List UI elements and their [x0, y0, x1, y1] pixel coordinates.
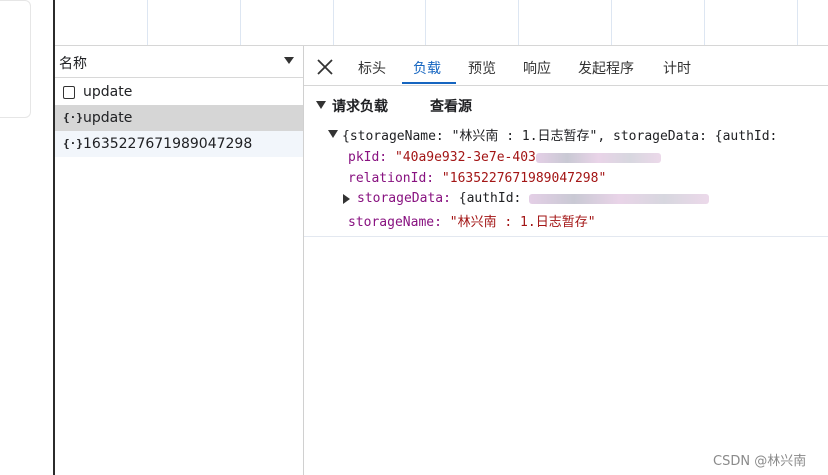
active-tab-indicator: [402, 82, 456, 84]
json-braces-icon: {·}: [63, 137, 83, 150]
view-source-link[interactable]: 查看源: [430, 96, 472, 116]
tab-timing[interactable]: 计时: [663, 58, 691, 78]
field-key: pkId:: [348, 150, 388, 165]
field-key: relationId:: [348, 171, 435, 186]
sort-descending-icon[interactable]: [284, 57, 294, 64]
tab-payload[interactable]: 负载: [413, 58, 441, 78]
watermark: CSDN @林兴南: [713, 454, 807, 469]
payload-object-summary[interactable]: {storageName: "林兴南 : 1.日志暂存", storageDat…: [342, 125, 777, 144]
request-list-header[interactable]: 名称: [55, 46, 303, 78]
payload-field-relationid: relationId: "1635227671989047298": [348, 171, 606, 186]
json-braces-icon: {·}: [63, 111, 83, 124]
payload-section-title[interactable]: 请求负载: [332, 96, 388, 116]
request-name: 1635227671989047298: [83, 136, 253, 152]
payload-field-storagename: storageName: "林兴南 : 1.日志暂存": [348, 211, 596, 230]
request-list: 名称 update {·} update {·} 163522767198904…: [55, 46, 304, 475]
blurred-value: [529, 193, 710, 204]
left-panel-card: [0, 0, 31, 118]
field-value: {authId:: [458, 191, 522, 206]
tab-response[interactable]: 响应: [523, 58, 551, 78]
timeline-gridline: [425, 0, 426, 45]
column-name-label: 名称: [59, 56, 87, 72]
request-detail-panel: 标头 负载 预览 响应 发起程序 计时 请求负载 查看源 {storageNam…: [304, 46, 828, 475]
timeline-gridline: [147, 0, 148, 45]
timeline-gridline: [518, 0, 519, 45]
request-row-selected[interactable]: {·} update: [55, 105, 303, 131]
tab-headers[interactable]: 标头: [358, 58, 386, 78]
tab-initiator[interactable]: 发起程序: [578, 58, 634, 78]
collapse-triangle-icon[interactable]: [316, 101, 326, 109]
field-key: storageData:: [357, 191, 451, 206]
payload-field-pkid: pkId: "40a9e932-3e7e-403: [348, 150, 661, 165]
field-value: "40a9e932-3e7e-403: [394, 150, 536, 165]
detail-tab-bar: 标头 负载 预览 响应 发起程序 计时: [304, 46, 828, 86]
blurred-value: [535, 152, 661, 163]
field-value: "林兴南 : 1.日志暂存": [449, 215, 596, 230]
timeline-gridline: [704, 0, 705, 45]
close-icon[interactable]: [316, 58, 334, 76]
timeline-gridline: [240, 0, 241, 45]
document-icon: [63, 86, 75, 99]
timeline-gridline: [797, 0, 798, 45]
field-value: "1635227671989047298": [441, 171, 607, 186]
timeline-gridline: [611, 0, 612, 45]
tab-preview[interactable]: 预览: [468, 58, 496, 78]
waterfall-timeline: [55, 0, 828, 46]
request-name: update: [83, 84, 133, 100]
section-divider: [304, 236, 828, 237]
request-name: update: [83, 110, 133, 126]
expand-object-triangle-icon[interactable]: [328, 130, 338, 138]
timeline-gridline: [333, 0, 334, 45]
request-row[interactable]: update: [55, 79, 303, 105]
expand-triangle-icon[interactable]: [343, 194, 350, 204]
payload-field-storagedata[interactable]: storageData: {authId:: [357, 191, 710, 206]
request-row[interactable]: {·} 1635227671989047298: [55, 131, 303, 157]
field-key: storageName:: [348, 215, 442, 230]
